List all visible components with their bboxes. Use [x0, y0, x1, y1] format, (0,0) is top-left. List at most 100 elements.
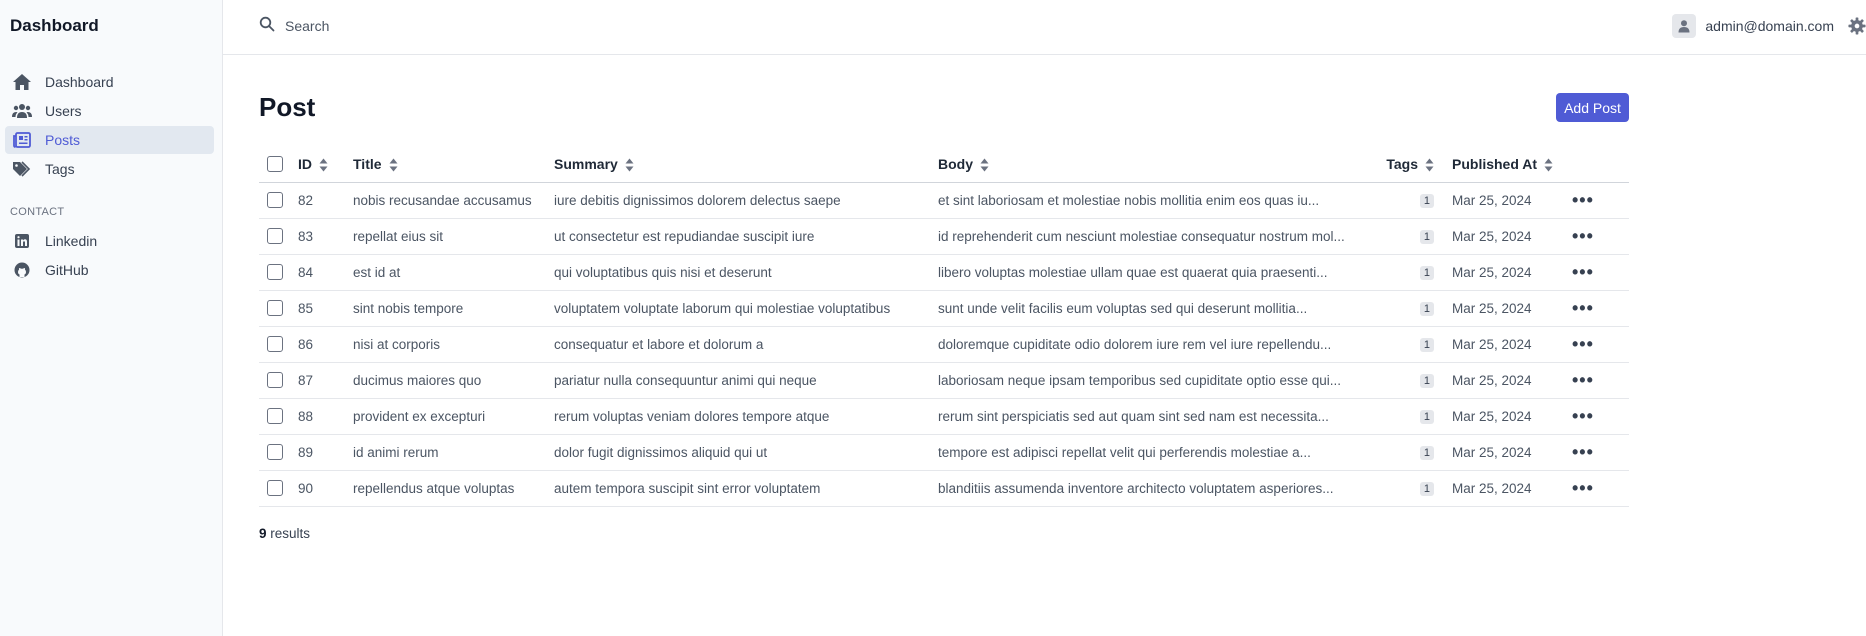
table-row[interactable]: 82 nobis recusandae accusamus iure debitis…: [259, 182, 1629, 219]
row-checkbox[interactable]: [267, 228, 283, 245]
users-icon: [11, 102, 33, 120]
cell-published-at: Mar 25, 2024: [1452, 182, 1572, 219]
table-row[interactable]: 88 provident ex excepturi rerum voluptas v…: [259, 398, 1629, 435]
row-select-cell: [259, 254, 298, 291]
cell-summary: iure debitis dignissimos dolorem delectu…: [554, 182, 938, 219]
cell-tags: 1: [1382, 434, 1452, 471]
add-post-button[interactable]: Add Post: [1556, 93, 1629, 122]
column-header-body[interactable]: Body: [938, 146, 1382, 183]
cell-title: repellendus atque voluptas: [353, 470, 554, 507]
sort-icon: [389, 158, 398, 172]
cell-id: 90: [298, 470, 353, 507]
sidebar-nav: Dashboard Users Posts Tags: [5, 68, 214, 184]
more-actions-icon[interactable]: •••: [1572, 442, 1594, 462]
contact-nav: Linkedin GitHub: [5, 227, 214, 285]
more-actions-icon[interactable]: •••: [1572, 406, 1594, 426]
user-menu[interactable]: admin@domain.com: [1672, 14, 1834, 38]
more-actions-icon[interactable]: •••: [1572, 226, 1594, 246]
cell-published-at: Mar 25, 2024: [1452, 326, 1572, 363]
cell-title: repellat eius sit: [353, 218, 554, 255]
row-checkbox[interactable]: [267, 336, 283, 353]
row-checkbox[interactable]: [267, 264, 283, 281]
cell-title: nisi at corporis: [353, 326, 554, 363]
sidebar-brand[interactable]: Dashboard: [10, 16, 99, 36]
table-row[interactable]: 83 repellat eius sit ut consectetur est re…: [259, 218, 1629, 255]
sidebar-item-linkedin[interactable]: Linkedin: [5, 227, 214, 255]
topbar: admin@domain.com: [223, 0, 1866, 55]
cell-summary: pariatur nulla consequuntur animi qui ne…: [554, 362, 938, 399]
table-row[interactable]: 86 nisi at corporis consequatur et labore …: [259, 326, 1629, 363]
column-header-id[interactable]: ID: [298, 146, 353, 183]
cell-published-at: Mar 25, 2024: [1452, 290, 1572, 327]
cell-summary: ut consectetur est repudiandae suscipit …: [554, 218, 938, 255]
gear-icon[interactable]: [1848, 17, 1866, 35]
row-checkbox[interactable]: [267, 408, 283, 425]
cell-title: nobis recusandae accusamus: [353, 182, 554, 219]
tag-count-badge: 1: [1419, 446, 1434, 460]
row-checkbox[interactable]: [267, 192, 283, 209]
table-row[interactable]: 85 sint nobis tempore voluptatem voluptate…: [259, 290, 1629, 327]
cell-title: sint nobis tempore: [353, 290, 554, 327]
cell-tags: 1: [1382, 326, 1452, 363]
posts-table: ID Title Summary Body Tags Published At …: [259, 146, 1629, 507]
more-actions-icon[interactable]: •••: [1572, 190, 1594, 210]
column-header-tags[interactable]: Tags: [1382, 146, 1452, 183]
sidebar-item-label: Tags: [45, 161, 75, 177]
cell-actions: •••: [1572, 182, 1629, 219]
github-icon: [11, 261, 33, 279]
table-row[interactable]: 90 repellendus atque voluptas autem tempor…: [259, 470, 1629, 507]
more-actions-icon[interactable]: •••: [1572, 478, 1594, 498]
cell-published-at: Mar 25, 2024: [1452, 398, 1572, 435]
results-count: 9: [259, 526, 267, 541]
row-select-cell: [259, 218, 298, 255]
cell-title: provident ex excepturi: [353, 398, 554, 435]
cell-body: sunt unde velit facilis eum voluptas sed…: [938, 290, 1382, 327]
cell-actions: •••: [1572, 434, 1629, 471]
column-header-summary[interactable]: Summary: [554, 146, 938, 183]
tag-count-badge: 1: [1419, 338, 1434, 352]
column-label: Summary: [554, 155, 618, 172]
results-label: results: [270, 526, 311, 541]
table-row[interactable]: 84 est id at qui voluptatibus quis nisi et…: [259, 254, 1629, 291]
row-checkbox[interactable]: [267, 480, 283, 497]
user-icon: [1678, 20, 1690, 33]
sidebar-item-label: GitHub: [45, 262, 89, 278]
sidebar-item-dashboard[interactable]: Dashboard: [5, 68, 214, 96]
sidebar-item-github[interactable]: GitHub: [5, 256, 214, 284]
sidebar-item-label: Posts: [45, 132, 81, 148]
sidebar-item-posts[interactable]: Posts: [5, 126, 214, 154]
tag-count-badge: 1: [1419, 230, 1434, 244]
sort-icon: [1425, 158, 1434, 172]
tag-count-badge: 1: [1419, 194, 1434, 208]
sidebar-item-tags[interactable]: Tags: [5, 155, 214, 183]
column-header-title[interactable]: Title: [353, 146, 554, 183]
sort-icon: [1544, 158, 1553, 172]
cell-tags: 1: [1382, 470, 1452, 507]
more-actions-icon[interactable]: •••: [1572, 334, 1594, 354]
row-checkbox[interactable]: [267, 372, 283, 389]
column-label: Body: [938, 155, 973, 172]
cell-tags: 1: [1382, 254, 1452, 291]
column-label: Title: [353, 155, 382, 172]
more-actions-icon[interactable]: •••: [1572, 370, 1594, 390]
search-input[interactable]: [285, 17, 585, 34]
select-all-checkbox[interactable]: [267, 156, 283, 173]
row-select-cell: [259, 434, 298, 471]
cell-actions: •••: [1572, 290, 1629, 327]
table-row[interactable]: 89 id animi rerum dolor fugit dignissimos …: [259, 434, 1629, 471]
cell-body: blanditiis assumenda inventore architect…: [938, 470, 1382, 507]
table-row[interactable]: 87 ducimus maiores quo pariatur nulla cons…: [259, 362, 1629, 399]
cell-tags: 1: [1382, 362, 1452, 399]
row-checkbox[interactable]: [267, 300, 283, 317]
column-header-published-at[interactable]: Published At: [1452, 146, 1572, 183]
row-checkbox[interactable]: [267, 444, 283, 461]
row-select-cell: [259, 290, 298, 327]
cell-actions: •••: [1572, 254, 1629, 291]
sort-icon: [319, 158, 328, 172]
avatar: [1672, 14, 1697, 38]
sidebar-item-users[interactable]: Users: [5, 97, 214, 125]
more-actions-icon[interactable]: •••: [1572, 262, 1594, 282]
more-actions-icon[interactable]: •••: [1572, 298, 1594, 318]
sort-icon: [980, 158, 989, 172]
cell-published-at: Mar 25, 2024: [1452, 434, 1572, 471]
